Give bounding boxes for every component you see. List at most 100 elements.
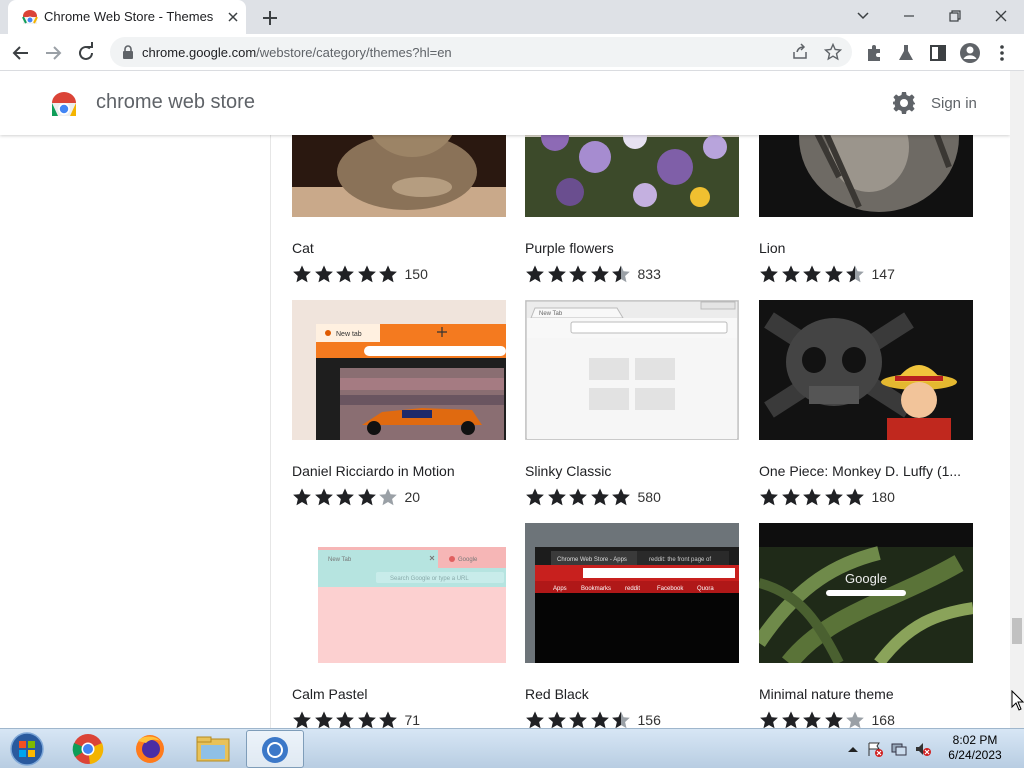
- rating-stars: [759, 487, 867, 507]
- browser-toolbar: chrome.google.com/webstore/category/them…: [0, 34, 1024, 71]
- restore-icon[interactable]: [941, 4, 969, 28]
- show-hidden-icons-icon[interactable]: [844, 741, 862, 757]
- star-full-icon: [781, 711, 800, 728]
- theme-name[interactable]: Calm Pastel: [292, 686, 506, 702]
- star-full-icon: [569, 488, 587, 506]
- thumb-bookmark: Facebook: [657, 586, 684, 592]
- action-center-flag-icon[interactable]: [866, 741, 884, 757]
- star-full-icon: [547, 265, 566, 283]
- rating: 20: [292, 487, 420, 507]
- bookmark-star-icon[interactable]: [824, 43, 842, 61]
- star-full-icon: [803, 711, 821, 728]
- thumb-tab-label: Google: [458, 557, 478, 563]
- star-full-icon: [760, 265, 778, 283]
- rating-count: 156: [637, 712, 661, 728]
- store-title[interactable]: chrome web store: [96, 91, 255, 114]
- thumb-tab-label: New Tab: [539, 311, 563, 317]
- theme-name[interactable]: Purple flowers: [525, 240, 739, 256]
- theme-thumbnail-minimal-nature[interactable]: Google: [759, 523, 973, 663]
- star-full-icon: [590, 488, 609, 506]
- reload-icon[interactable]: [73, 40, 99, 66]
- tab-search-chevron-icon[interactable]: [849, 4, 877, 28]
- star-full-icon: [803, 265, 821, 283]
- star-full-icon: [336, 711, 354, 728]
- page-scrollbar[interactable]: [1010, 71, 1024, 728]
- rating: 71: [292, 710, 420, 728]
- lock-icon[interactable]: [122, 45, 134, 59]
- theme-name[interactable]: Slinky Classic: [525, 463, 739, 479]
- theme-thumbnail-daniel-ricciardo[interactable]: New tab: [292, 300, 506, 440]
- rating-stars: [525, 264, 633, 284]
- address-bar[interactable]: chrome.google.com/webstore/category/them…: [110, 37, 852, 67]
- star-full-icon: [824, 265, 843, 283]
- new-tab-plus-icon[interactable]: [258, 6, 282, 30]
- taskbar-file-explorer-icon[interactable]: [185, 731, 241, 767]
- web-page: chrome web store Sign in Cat 150 Purple …: [0, 71, 1010, 728]
- star-full-icon: [293, 711, 311, 728]
- rating-stars: [292, 487, 400, 507]
- network-icon[interactable]: [890, 741, 908, 757]
- rating: 180: [759, 487, 895, 507]
- url-text[interactable]: chrome.google.com/webstore/category/them…: [142, 45, 452, 60]
- rating-stars: [292, 710, 400, 728]
- thumb-tab-label: New Tab: [328, 557, 352, 563]
- star-half-icon: [846, 265, 864, 283]
- rating-stars: [292, 264, 400, 284]
- star-full-icon: [314, 488, 333, 506]
- chrome-web-store-logo-icon[interactable]: [50, 91, 78, 117]
- labs-flask-icon[interactable]: [893, 40, 919, 66]
- start-button-icon[interactable]: [6, 731, 48, 767]
- tab-close-icon[interactable]: [224, 8, 242, 26]
- rating-count: 71: [404, 712, 421, 728]
- taskbar-chrome-icon[interactable]: [60, 731, 116, 767]
- side-panel-icon[interactable]: [925, 40, 951, 66]
- theme-name[interactable]: Minimal nature theme: [759, 686, 973, 702]
- theme-name[interactable]: Cat: [292, 240, 506, 256]
- star-full-icon: [846, 488, 864, 506]
- back-icon[interactable]: [8, 40, 34, 66]
- rating-count: 20: [404, 489, 421, 505]
- theme-thumbnail-slinky-classic[interactable]: New Tab: [525, 300, 739, 440]
- sign-in-link[interactable]: Sign in: [931, 95, 977, 112]
- scrollbar-thumb[interactable]: [1012, 618, 1022, 644]
- rating: 580: [525, 487, 661, 507]
- taskbar-active-chrome-icon: [262, 737, 288, 763]
- rating-count: 580: [637, 489, 661, 505]
- rating-count: 147: [871, 266, 895, 282]
- system-clock[interactable]: 8:02 PM 6/24/2023: [944, 733, 1006, 763]
- share-icon[interactable]: [791, 43, 809, 61]
- chrome-menu-kebab-icon[interactable]: [989, 40, 1015, 66]
- star-full-icon: [336, 488, 354, 506]
- taskbar-active-app[interactable]: [246, 730, 304, 768]
- star-full-icon: [379, 711, 397, 728]
- profile-avatar-icon[interactable]: [957, 40, 983, 66]
- theme-name[interactable]: Daniel Ricciardo in Motion: [292, 463, 506, 479]
- minimize-icon[interactable]: [895, 4, 923, 28]
- thumb-google-logo: Google: [845, 571, 887, 586]
- theme-thumbnail-one-piece-luffy[interactable]: [759, 300, 973, 440]
- theme-thumbnail-calm-pastel[interactable]: New Tab Google Search Google or type a U…: [292, 523, 506, 663]
- taskbar-firefox-icon[interactable]: [122, 731, 178, 767]
- theme-name[interactable]: Red Black: [525, 686, 739, 702]
- star-full-icon: [379, 265, 397, 283]
- theme-name[interactable]: One Piece: Monkey D. Luffy (1...: [759, 463, 973, 479]
- volume-muted-icon[interactable]: [914, 741, 932, 757]
- star-full-icon: [314, 711, 333, 728]
- settings-gear-icon[interactable]: [892, 91, 916, 115]
- thumb-bookmark: Apps: [553, 586, 567, 592]
- star-full-icon: [760, 711, 778, 728]
- thumb-bookmark: Bookmarks: [581, 586, 611, 592]
- thumb-bookmark: reddit: [625, 586, 640, 592]
- star-full-icon: [336, 265, 354, 283]
- theme-thumbnail-red-black[interactable]: Chrome Web Store - Apps reddit: the fron…: [525, 523, 739, 663]
- clock-time: 8:02 PM: [952, 733, 998, 747]
- thumb-tab-label: reddit: the front page of: [649, 557, 711, 563]
- rating: 150: [292, 264, 428, 284]
- close-window-icon[interactable]: [987, 4, 1015, 28]
- forward-icon[interactable]: [40, 40, 66, 66]
- tab-chrome-web-store[interactable]: Chrome Web Store - Themes: [8, 0, 246, 34]
- theme-name[interactable]: Lion: [759, 240, 973, 256]
- url-host: chrome.google.com: [142, 45, 257, 60]
- clock-date: 6/24/2023: [948, 748, 1002, 762]
- extensions-puzzle-icon[interactable]: [861, 40, 887, 66]
